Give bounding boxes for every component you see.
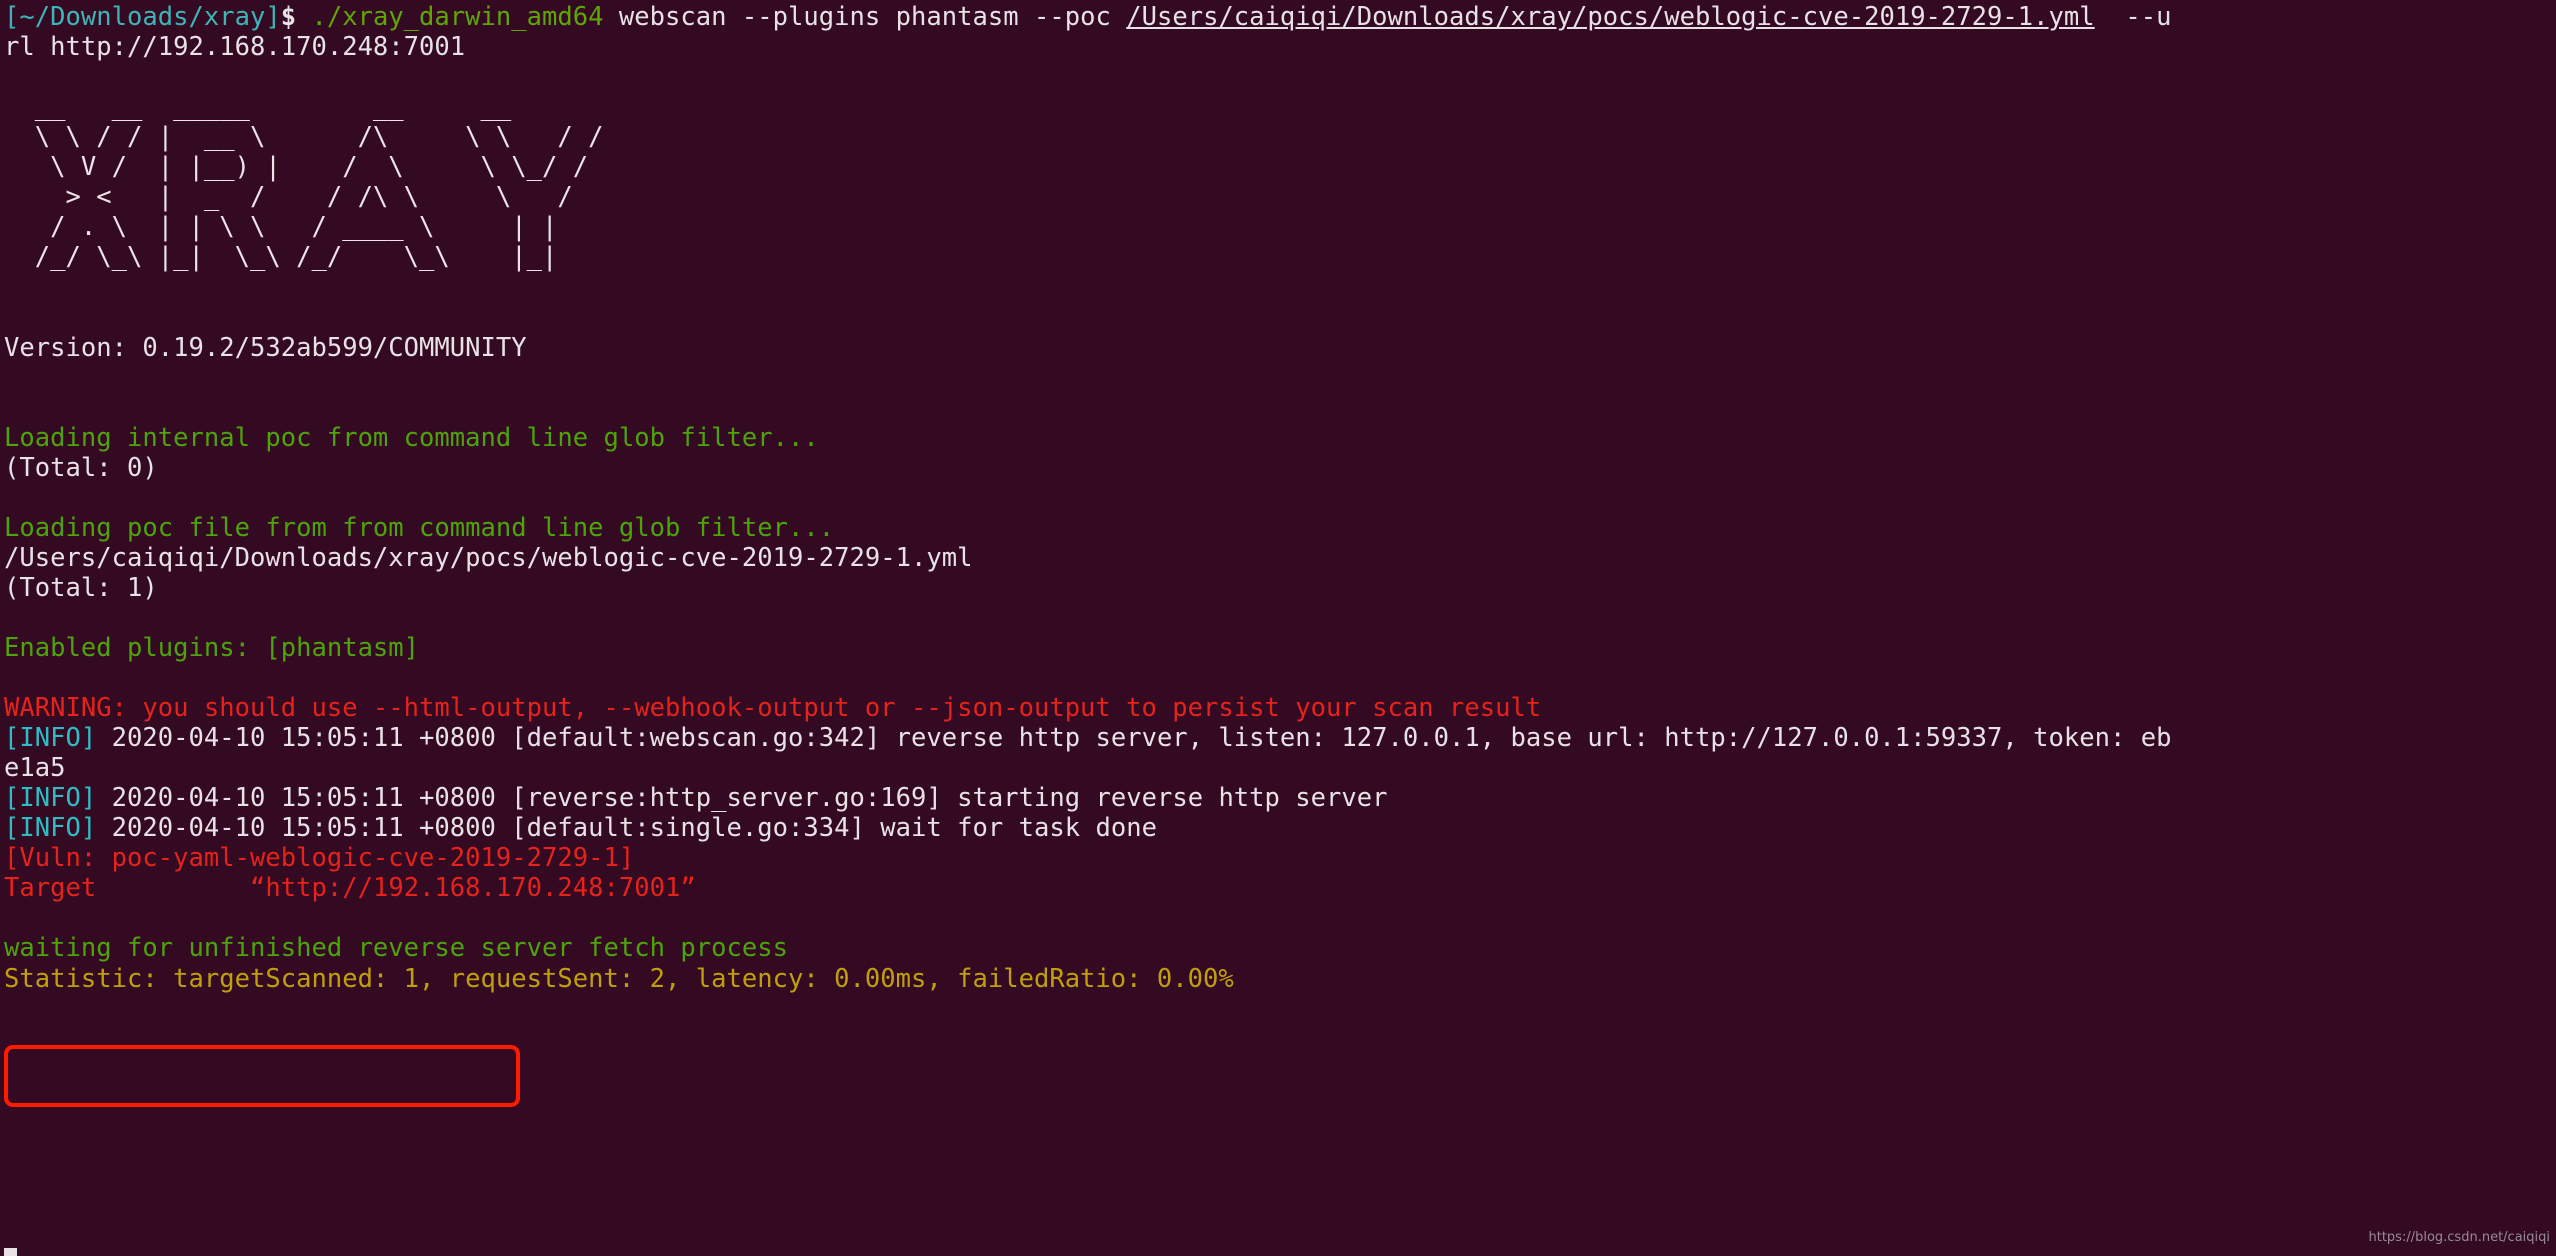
blog-watermark: https://blog.csdn.net/caiqiqi xyxy=(2368,1229,2550,1245)
log-loading-internal-poc: Loading internal poc from command line g… xyxy=(4,423,2556,453)
log-info-line-2: [INFO] 2020-04-10 15:05:11 +0800 [revers… xyxy=(4,783,2556,813)
info-tag: [INFO] xyxy=(4,813,97,844)
info-source: [default:webscan.go:342] xyxy=(511,723,881,754)
vuln-highlight-annotation xyxy=(4,1045,520,1107)
ascii-art-line-6: /_/ \_\ |_| \_\ /_/ \_\ |_| xyxy=(4,242,558,273)
info-message: wait for task done xyxy=(880,813,1157,844)
log-text: Enabled plugins: [phantasm] xyxy=(4,632,420,663)
log-internal-poc-total: (Total: 0) xyxy=(4,453,2556,483)
info-source: [reverse:http_server.go:169] xyxy=(511,783,942,814)
info-tag: [INFO] xyxy=(4,723,97,754)
log-waiting-reverse-fetch: waiting for unfinished reverse server fe… xyxy=(4,933,2556,963)
version-line: Version: 0.19.2/532ab599/COMMUNITY xyxy=(4,333,2556,363)
warning-text: WARNING: you should use --html-output, -… xyxy=(4,693,1542,724)
log-poc-file-total: (Total: 1) xyxy=(4,573,2556,603)
command-args-after: --u xyxy=(2094,2,2172,32)
ascii-art-line-2: \ \ / / | __ \ /\ \ \ / / xyxy=(4,122,604,153)
info-message: reverse http server, listen: 127.0.0.1, … xyxy=(895,723,2172,754)
log-info-line-1-wrap: e1a5 xyxy=(4,753,2556,783)
info-message-wrap: e1a5 xyxy=(4,753,66,784)
log-text: waiting for unfinished reverse server fe… xyxy=(4,933,788,964)
terminal-window[interactable]: [~/Downloads/xray]$ ./xray_darwin_amd64 … xyxy=(0,0,2556,1256)
ascii-art-line-3: \ V / | |__) | / \ \ \_/ / xyxy=(4,152,589,183)
info-timestamp: 2020-04-10 15:05:11 +0800 xyxy=(111,723,496,754)
log-text: (Total: 1) xyxy=(4,572,158,603)
command-wrap-line: rl http://192.168.170.248:7001 xyxy=(4,32,2556,62)
poc-path-argument: /Users/caiqiqi/Downloads/xray/pocs/weblo… xyxy=(1126,2,2095,32)
command-url-argument: rl http://192.168.170.248:7001 xyxy=(4,32,466,63)
terminal-cursor xyxy=(4,1248,17,1256)
log-text: Loading internal poc from command line g… xyxy=(4,422,819,453)
info-timestamp: 2020-04-10 15:05:11 +0800 xyxy=(111,783,496,814)
vuln-title: [Vuln: poc-yaml-weblogic-cve-2019-2729-1… xyxy=(4,843,635,874)
info-source: [default:single.go:334] xyxy=(511,813,865,844)
vuln-target-label: Target xyxy=(4,873,97,904)
command-args-前: webscan --plugins phantasm --poc xyxy=(603,2,1127,32)
log-loading-poc-file: Loading poc file from from command line … xyxy=(4,513,2556,543)
prompt-path: [~/Downloads/xray] xyxy=(4,2,281,32)
prompt-dollar-symbol: $ xyxy=(280,2,297,32)
log-statistic: Statistic: targetScanned: 1, requestSent… xyxy=(4,964,2556,994)
vuln-title-line: [Vuln: poc-yaml-weblogic-cve-2019-2729-1… xyxy=(4,843,2556,873)
log-text: (Total: 0) xyxy=(4,452,158,483)
log-warning-persist: WARNING: you should use --html-output, -… xyxy=(4,693,2556,723)
log-poc-file-path: /Users/caiqiqi/Downloads/xray/pocs/weblo… xyxy=(4,543,2556,573)
vuln-target-value: “http://192.168.170.248:7001” xyxy=(249,873,696,904)
vuln-target-line: Target “http://192.168.170.248:7001” xyxy=(4,873,2556,903)
log-text: Loading poc file from from command line … xyxy=(4,512,835,543)
statistic-text: Statistic: targetScanned: 1, requestSent… xyxy=(4,963,1234,994)
info-tag: [INFO] xyxy=(4,783,97,814)
version-text: Version: 0.19.2/532ab599/COMMUNITY xyxy=(4,332,527,363)
log-info-line-1: [INFO] 2020-04-10 15:05:11 +0800 [defaul… xyxy=(4,723,2556,753)
ascii-art-line-4: > < | _ / / /\ \ \ / xyxy=(4,182,573,213)
log-text: /Users/caiqiqi/Downloads/xray/pocs/weblo… xyxy=(4,542,973,573)
ascii-art-line-5: / . \ | | \ \ / ____ \ | | xyxy=(4,212,558,243)
log-info-line-3: [INFO] 2020-04-10 15:05:11 +0800 [defaul… xyxy=(4,813,2556,843)
command-prompt-line: [~/Downloads/xray]$ ./xray_darwin_amd64 … xyxy=(4,2,2556,32)
info-timestamp: 2020-04-10 15:05:11 +0800 xyxy=(111,813,496,844)
command-binary: ./xray_darwin_amd64 xyxy=(311,2,604,32)
log-enabled-plugins: Enabled plugins: [phantasm] xyxy=(4,633,2556,663)
ascii-art-line-1: __ __ _____ __ __ xyxy=(4,92,512,123)
info-message: starting reverse http server xyxy=(957,783,1388,814)
vuln-target-spacer xyxy=(96,873,250,903)
